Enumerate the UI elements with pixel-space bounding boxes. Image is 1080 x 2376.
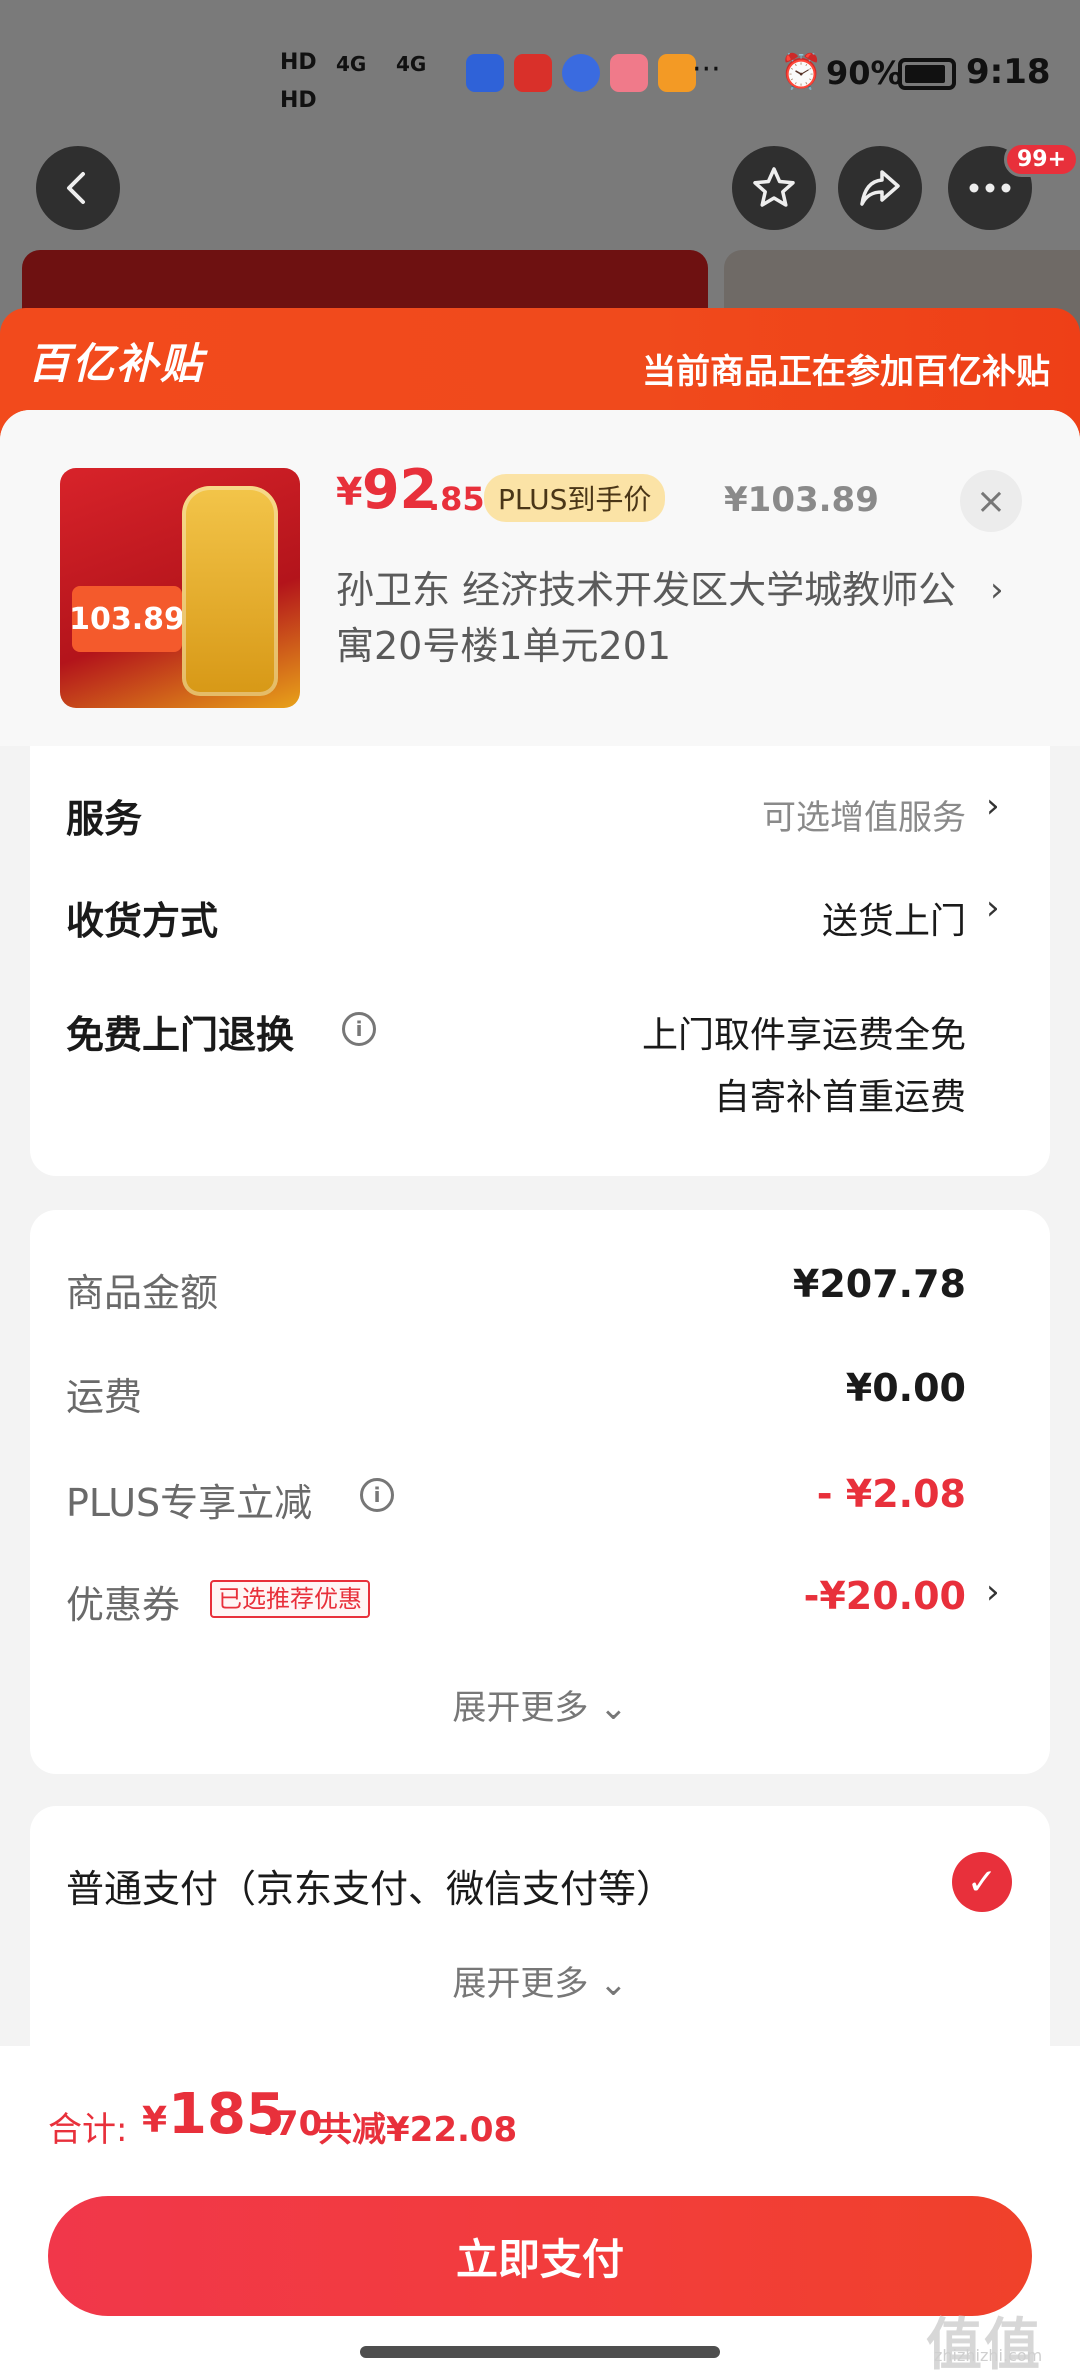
total-currency: ¥ [142,2100,168,2141]
delivery-method-value[interactable]: 送货上门 [822,892,966,944]
site-watermark-url: zhizhizhi.com [934,2346,1043,2365]
free-return-line1: 上门取件享运费全免 [641,1015,966,1056]
home-indicator[interactable] [360,2346,720,2358]
info-icon[interactable]: i [360,1478,394,1512]
coupon-value[interactable]: -¥20.00 [804,1574,966,1618]
product-image: 103.89 [60,468,300,708]
goods-amount-value: ¥207.78 [792,1262,966,1306]
app-notification-icon [658,54,696,92]
options-card: 服务 可选增值服务 › 收货方式 送货上门 › 免费上门退换 i 上门取件享运费… [30,746,1050,1176]
selected-check-icon[interactable]: ✓ [952,1852,1012,1912]
free-return-label: 免费上门退换 [66,1013,295,1057]
goods-amount-label: 商品金额 [66,1271,219,1315]
coupon-recommended-tag: 已选推荐优惠 [210,1580,370,1618]
chevron-right-icon[interactable]: › [990,570,1004,610]
more-icon [969,183,1011,193]
alarm-icon: ⏰ [780,52,823,92]
chevron-right-icon[interactable]: › [986,786,1000,826]
shipping-label: 运费 [66,1375,143,1419]
battery-percent: 90% [826,54,903,92]
oil-bottle-image [182,486,278,696]
close-icon: × [975,480,1007,522]
total-savings: 共减¥22.08 [318,2110,518,2150]
share-icon [860,170,900,206]
price-integer: 92 [362,458,438,521]
product-image-price-tag: 103.89 [69,586,185,652]
expand-more-button[interactable]: 展开更多 ⌄ [30,1680,1050,1729]
price-summary-card: 商品金额 ¥207.78 运费 ¥0.00 PLUS专享立减 i - ¥2.08… [30,1210,1050,1774]
coupon-label: 优惠券 [66,1583,181,1627]
plus-discount-label: PLUS专享立减 [66,1481,313,1525]
subsidy-logo: 百亿补贴 [28,339,205,388]
notification-icons [466,54,696,92]
delivery-address[interactable]: 孙卫东 经济技术开发区大学城教师公寓20号楼1单元201 [336,562,976,674]
subsidy-tip: 当前商品正在参加百亿补贴 [642,352,1050,392]
chevron-right-icon[interactable]: › [986,888,1000,928]
expand-more-button[interactable]: 展开更多 ⌄ [30,1956,1050,2005]
plus-price-badge: PLUS到手价 [484,474,666,522]
back-arrow-icon [67,172,85,204]
clock: 9:18 [966,52,1051,92]
chevron-right-icon[interactable]: › [986,1572,1000,1612]
total-decimal: .70 [262,2104,323,2144]
price-decimal: .85 [428,480,485,518]
payment-method-label[interactable]: 普通支付（京东支付、微信支付等） [66,1858,674,1913]
total-label: 合计: [48,2110,128,2150]
more-notifications-icon: ··· [692,52,721,87]
info-icon[interactable]: i [342,1012,376,1046]
free-return-line2: 自寄补首重运费 [713,1077,966,1118]
close-button[interactable]: × [960,470,1022,532]
chevron-down-icon: ⌄ [599,1688,628,1728]
service-value[interactable]: 可选增值服务 [762,790,966,839]
hd-indicator: HD HD [280,50,317,113]
pay-now-button[interactable]: 立即支付 [48,2196,1032,2316]
signal-4g-icon-2: 4G [396,52,427,76]
delivery-method-label: 收货方式 [66,899,219,943]
battery-icon [898,58,956,90]
notification-badge: 99+ [1004,142,1080,177]
status-bar: HD HD 4G 4G ··· ⏰ 90% 9:18 [0,0,1080,150]
app-notification-icon [514,54,552,92]
star-icon [753,167,795,207]
shipping-value: ¥0.00 [845,1366,966,1410]
payment-method-card: 普通支付（京东支付、微信支付等） ✓ 展开更多 ⌄ [30,1806,1050,2076]
original-price: ¥103.89 [724,480,879,520]
signal-4g-icon: 4G [336,52,367,76]
chevron-down-icon: ⌄ [599,1964,628,2004]
plus-discount-value: - ¥2.08 [816,1472,966,1516]
app-notification-icon [610,54,648,92]
app-notification-icon [562,54,600,92]
favorite-button[interactable] [732,146,816,230]
service-label: 服务 [66,797,143,841]
app-notification-icon [466,54,504,92]
price-currency: ¥ [336,470,363,514]
share-button[interactable] [838,146,922,230]
back-button[interactable] [36,146,120,230]
